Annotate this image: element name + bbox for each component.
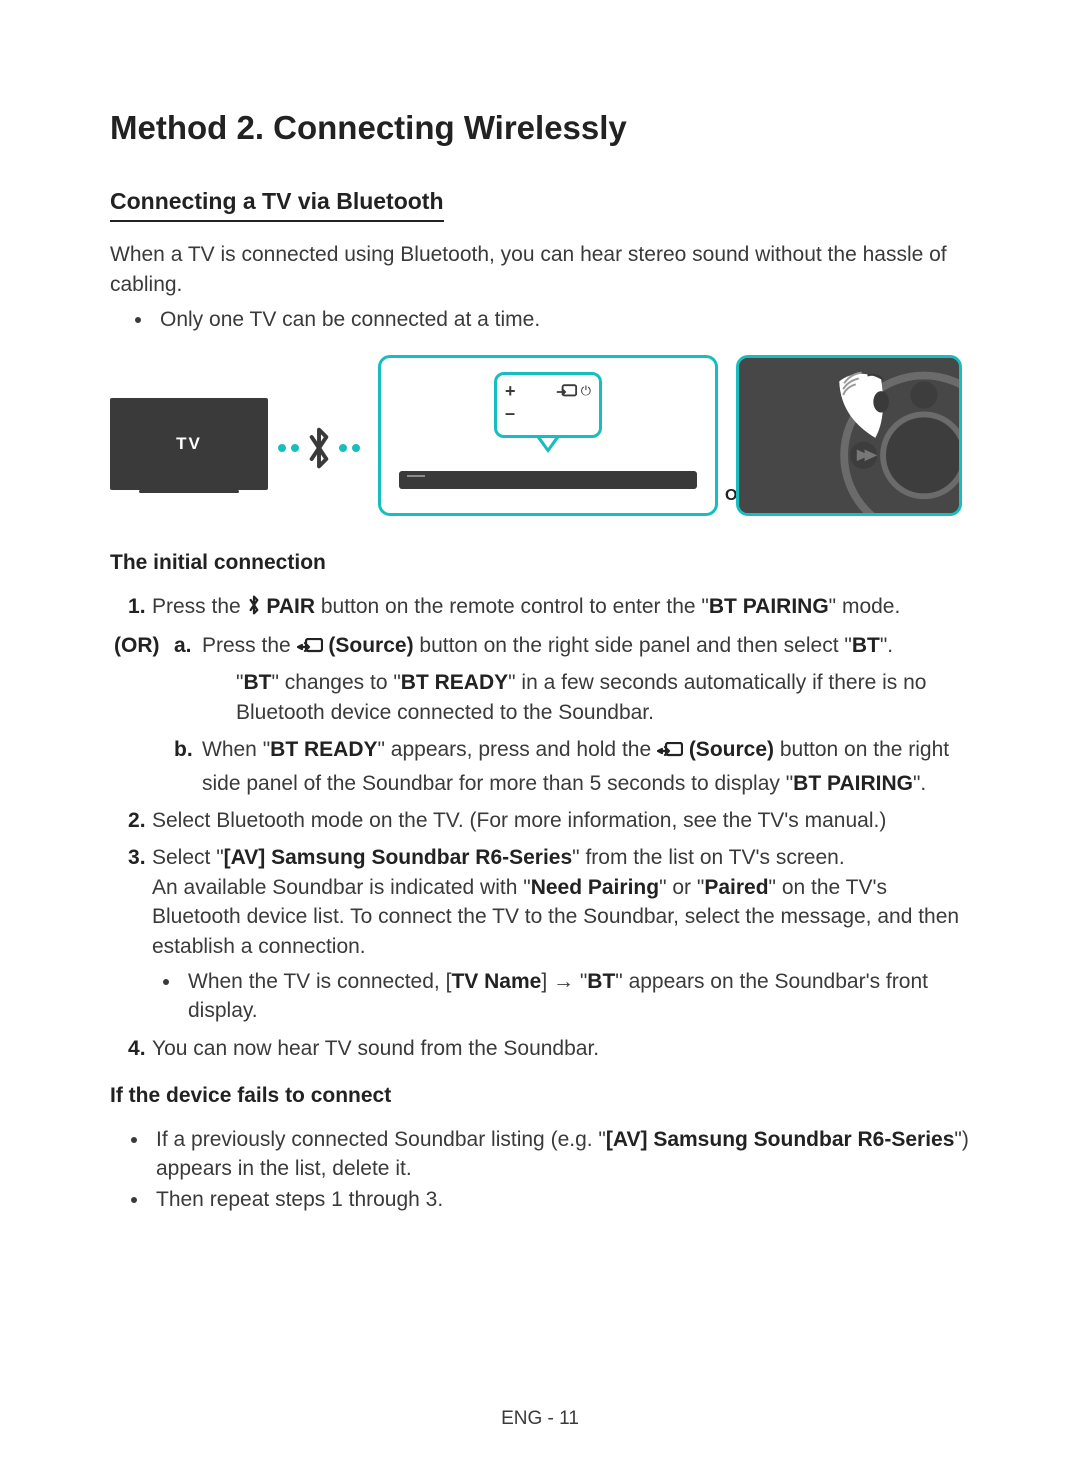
side-panel-callout: + ⏻ – bbox=[494, 372, 602, 438]
or-badge: (OR) bbox=[114, 631, 160, 660]
step-1: Press the PAIR button on the remote cont… bbox=[128, 592, 970, 623]
source-icon bbox=[297, 638, 323, 661]
intro-bullet-list: Only one TV can be connected at a time. bbox=[110, 305, 970, 334]
page-title: Method 2. Connecting Wirelessly bbox=[110, 105, 970, 151]
step-4: You can now hear TV sound from the Sound… bbox=[128, 1034, 970, 1063]
intro-bullet: Only one TV can be connected at a time. bbox=[154, 305, 970, 334]
figure-row: TV + ⏻ bbox=[110, 355, 970, 517]
bluetooth-signal-icon bbox=[278, 426, 360, 470]
step-3-line2: An available Soundbar is indicated with … bbox=[152, 873, 970, 961]
soundbar-illustration bbox=[399, 471, 697, 489]
section-heading-bluetooth: Connecting a TV via Bluetooth bbox=[110, 185, 444, 222]
step-3-bullet: When the TV is connected, [TV Name] → "B… bbox=[182, 967, 970, 1026]
bluetooth-icon bbox=[247, 597, 261, 620]
tv-illustration: TV bbox=[110, 398, 268, 498]
tv-label: TV bbox=[110, 398, 268, 490]
step-1a-line2: "BT" changes to "BT READY" in a few seco… bbox=[202, 668, 970, 727]
step-3-bullets: When the TV is connected, [TV Name] → "B… bbox=[152, 967, 970, 1026]
step-3: Select "[AV] Samsung Soundbar R6-Series"… bbox=[128, 843, 970, 1025]
steps-continued: Select Bluetooth mode on the TV. (For mo… bbox=[110, 806, 970, 1063]
step-2: Select Bluetooth mode on the TV. (For mo… bbox=[128, 806, 970, 835]
initial-steps-list: Press the PAIR button on the remote cont… bbox=[110, 592, 970, 623]
step-1a: (OR) a. Press the (Source) button on the… bbox=[174, 631, 970, 727]
minus-icon: – bbox=[505, 401, 515, 426]
soundbar-button-illustration bbox=[736, 355, 962, 517]
soundbar-panel-illustration: + ⏻ – OR bbox=[378, 355, 718, 517]
fail-bullet-1: If a previously connected Soundbar listi… bbox=[150, 1125, 970, 1184]
step-1b: b. When "BT READY" appears, press and ho… bbox=[174, 735, 970, 798]
power-icon: ⏻ bbox=[581, 382, 591, 400]
initial-connection-heading: The initial connection bbox=[110, 548, 970, 577]
page-footer: ENG - 11 bbox=[0, 1406, 1080, 1433]
source-icon bbox=[657, 742, 683, 765]
or-sub-steps: (OR) a. Press the (Source) button on the… bbox=[110, 631, 970, 798]
source-icon bbox=[555, 384, 577, 400]
fail-heading: If the device fails to connect bbox=[110, 1081, 970, 1110]
fail-bullets: If a previously connected Soundbar listi… bbox=[110, 1125, 970, 1215]
bluetooth-icon bbox=[304, 426, 334, 470]
fail-bullet-2: Then repeat steps 1 through 3. bbox=[150, 1185, 970, 1214]
intro-text: When a TV is connected using Bluetooth, … bbox=[110, 240, 970, 299]
